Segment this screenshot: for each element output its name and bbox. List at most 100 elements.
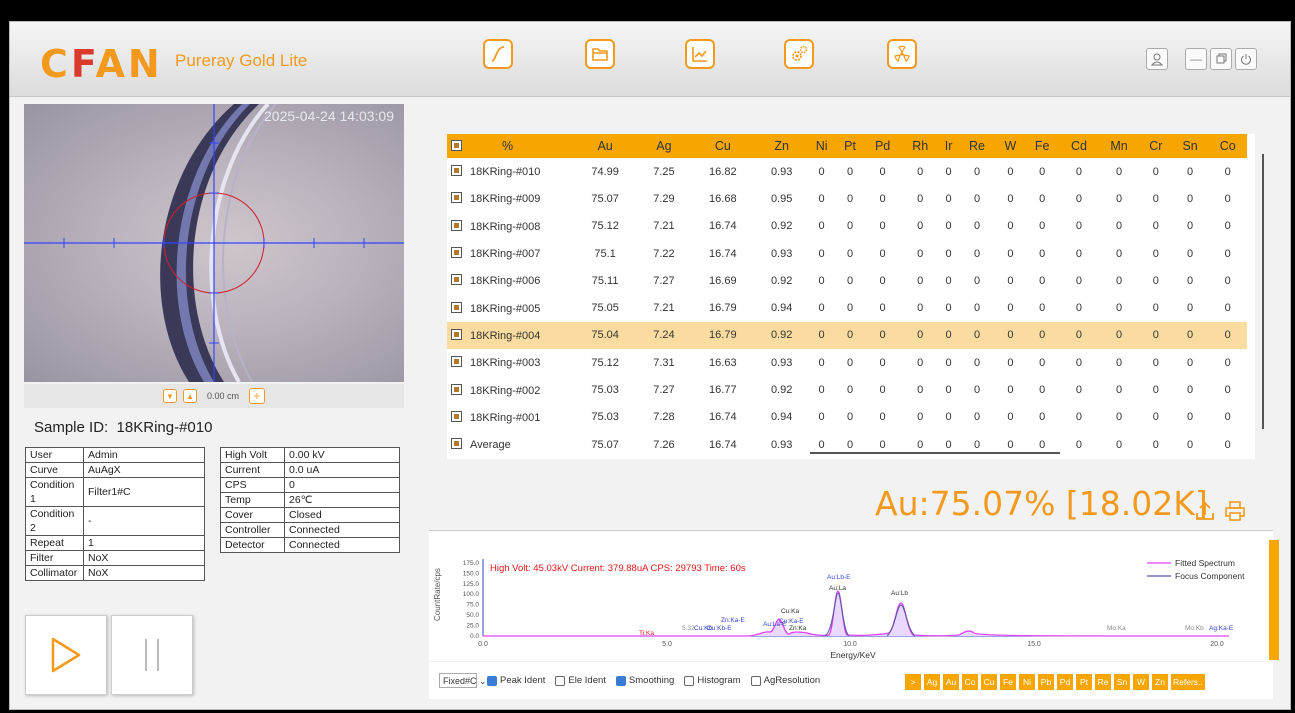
- results-horizontal-scrollbar[interactable]: [810, 452, 1060, 454]
- settings-button[interactable]: [784, 39, 814, 69]
- focus-down-button[interactable]: ▼: [162, 389, 177, 403]
- user-button[interactable]: [1146, 48, 1168, 70]
- row-value-cell: 7.25: [653, 165, 675, 178]
- row-value-cell: 0: [879, 274, 886, 287]
- row-value-cell: 0: [818, 274, 825, 287]
- camera-view[interactable]: 2025-04-24 14:03:09: [24, 104, 404, 382]
- y-tick-label: 175.0: [463, 560, 480, 567]
- camera-timestamp: 2025-04-24 14:03:09: [264, 108, 394, 124]
- option-smoothing[interactable]: Smoothing: [615, 675, 674, 686]
- checkbox[interactable]: [615, 675, 626, 686]
- y-tick-label: 0.0: [470, 633, 479, 640]
- condition-select[interactable]: Fixed#C ⌄: [439, 673, 487, 688]
- element-button-pd[interactable]: Pd: [1057, 674, 1073, 690]
- table-row[interactable]: 18KRing-#001 75.03 7.28 16.74 0.94 0 0 0 0 0 0 0 0 0 0…: [447, 404, 1247, 431]
- element-button-ag[interactable]: Ag: [924, 674, 940, 690]
- crosshair-move-icon: ✛: [253, 391, 261, 401]
- row-value-cell: 0: [917, 411, 924, 424]
- element-button-zn[interactable]: Zn: [1152, 674, 1168, 690]
- row-checkbox[interactable]: [451, 274, 462, 286]
- row-checkbox[interactable]: [451, 192, 462, 204]
- export-icon[interactable]: [1194, 500, 1216, 522]
- row-value-cell: 0: [1039, 165, 1046, 178]
- row-checkbox[interactable]: [451, 356, 462, 368]
- table-row[interactable]: 18KRing-#009 75.07 7.29 16.68 0.95 0 0 0 0 0 0 0 0 0 0…: [447, 185, 1247, 212]
- row-checkbox[interactable]: [451, 410, 462, 422]
- row-value-cell: 0: [945, 274, 952, 287]
- element-button-fe[interactable]: Fe: [1000, 674, 1016, 690]
- row-value-cell: 0: [818, 438, 825, 451]
- spectrum-chart[interactable]: CountRate/cps 175.0 150.0 125.0 100.0 75.0 50…: [429, 530, 1273, 661]
- pause-button[interactable]: [111, 615, 193, 695]
- radiation-button[interactable]: [887, 39, 917, 69]
- element-button-ni[interactable]: Ni: [1019, 674, 1035, 690]
- move-stage-button[interactable]: ✛: [249, 388, 265, 404]
- row-checkbox[interactable]: [451, 383, 462, 395]
- element-button-pt[interactable]: Pt: [1076, 674, 1092, 690]
- results-vertical-scrollbar[interactable]: [1262, 154, 1264, 429]
- y-tick-label: 75.0: [466, 602, 479, 609]
- power-button[interactable]: [1235, 48, 1257, 70]
- table-row[interactable]: 18KRing-#005 75.05 7.21 16.79 0.94 0 0 0 0 0 0 0 0 0 0…: [447, 294, 1247, 321]
- focus-up-button[interactable]: ▲: [182, 389, 197, 403]
- checkbox[interactable]: [684, 675, 695, 686]
- element-button->[interactable]: >: [905, 674, 921, 690]
- element-button-cu[interactable]: Cu: [981, 674, 997, 690]
- row-value-cell: 0: [1116, 165, 1123, 178]
- main-result: Au:75.07% [18.02K]: [875, 484, 1208, 523]
- row-value-cell: 0: [1224, 302, 1231, 315]
- table-row[interactable]: 18KRing-#002 75.03 7.27 16.77 0.92 0 0 0 0 0 0 0 0 0 0…: [447, 376, 1247, 403]
- settings-icon: [792, 45, 808, 61]
- restore-button[interactable]: [1210, 48, 1232, 70]
- row-value-cell: 0: [973, 192, 981, 205]
- row-checkbox[interactable]: [451, 301, 462, 313]
- minimize-button[interactable]: —: [1185, 48, 1207, 70]
- checkbox[interactable]: [750, 675, 761, 686]
- info-row-detector: Detector Connected: [220, 537, 400, 553]
- row-value-cell: 0.92: [770, 220, 793, 233]
- row-checkbox[interactable]: [451, 438, 462, 450]
- row-value-cell: 0: [973, 411, 981, 424]
- row-value-cell: 0: [1152, 411, 1159, 424]
- start-button[interactable]: [25, 615, 107, 695]
- row-value-cell: 7.31: [653, 356, 675, 369]
- chart-button[interactable]: [685, 39, 715, 69]
- row-checkbox[interactable]: [451, 328, 462, 340]
- element-button-au[interactable]: Au: [943, 674, 959, 690]
- table-row[interactable]: 18KRing-#007 75.1 7.22 16.74 0.93 0 0 0 0 0 0 0 0 0 0 0…: [447, 240, 1247, 267]
- element-button-pb[interactable]: Pb: [1038, 674, 1054, 690]
- table-row[interactable]: 18KRing-#010 74.99 7.25 16.82 0.93 0 0 0 0 0 0 0 0 0 0…: [447, 158, 1247, 185]
- row-value-cell: 0: [864, 321, 901, 350]
- element-button-re[interactable]: Re: [1095, 674, 1111, 690]
- info-row-filter: Filter NoX: [25, 550, 205, 566]
- table-row[interactable]: 18KRing-#006 75.11 7.27 16.69 0.92 0 0 0 0 0 0 0 0 0 0…: [447, 267, 1247, 294]
- open-folder-button[interactable]: [585, 39, 615, 69]
- element-button-sn[interactable]: Sn: [1114, 674, 1130, 690]
- element-button-refers[interactable]: Refers..: [1171, 674, 1205, 690]
- row-checkbox[interactable]: [451, 247, 462, 259]
- element-button-co[interactable]: Co: [962, 674, 978, 690]
- element-button-w[interactable]: W: [1133, 674, 1149, 690]
- option-agresolution[interactable]: AgResolution: [750, 675, 820, 686]
- y-tick-label: 150.0: [463, 570, 480, 577]
- option-histogram[interactable]: Histogram: [684, 675, 741, 686]
- spectrum-scrollbar[interactable]: [1269, 540, 1279, 660]
- checkbox[interactable]: [487, 675, 497, 686]
- table-row[interactable]: 18KRing-#008 75.12 7.21 16.74 0.92 0 0 0 0 0 0 0 0 0 0…: [447, 213, 1247, 240]
- row-checkbox[interactable]: [451, 219, 462, 231]
- x-tick-label: 5.0: [662, 641, 672, 648]
- spectrum-ylabel: CountRate/cps: [433, 568, 442, 621]
- curve-button[interactable]: [483, 39, 513, 69]
- option-peak-ident[interactable]: Peak Ident: [487, 675, 545, 686]
- peak-label-zn-ka-e: Zn:Ka-E: [721, 617, 746, 624]
- option-ele-ident[interactable]: Ele Ident: [555, 675, 606, 686]
- table-row[interactable]: 18KRing-#004 75.04 7.24 16.79 0.92 0 0 0 0 0 0 0 0 0 0…: [447, 321, 1247, 350]
- print-icon[interactable]: [1224, 500, 1246, 522]
- select-all-checkbox[interactable]: [451, 140, 462, 151]
- checkbox[interactable]: [555, 675, 566, 686]
- table-row[interactable]: 18KRing-#003 75.12 7.31 16.63 0.93 0 0 0 0 0 0 0 0 0 0…: [447, 349, 1247, 376]
- results-body: 18KRing-#010 74.99 7.25 16.82 0.93 0 0 0 0 0 0 0 0 0 0…: [447, 158, 1247, 458]
- row-checkbox[interactable]: [451, 165, 462, 177]
- row-name-cell: 18KRing-#010: [447, 158, 572, 185]
- table-row[interactable]: Average 75.07 7.26 16.74 0.93 0 0 0 0 0 0 0 0 0 0 0 0 0: [447, 431, 1247, 458]
